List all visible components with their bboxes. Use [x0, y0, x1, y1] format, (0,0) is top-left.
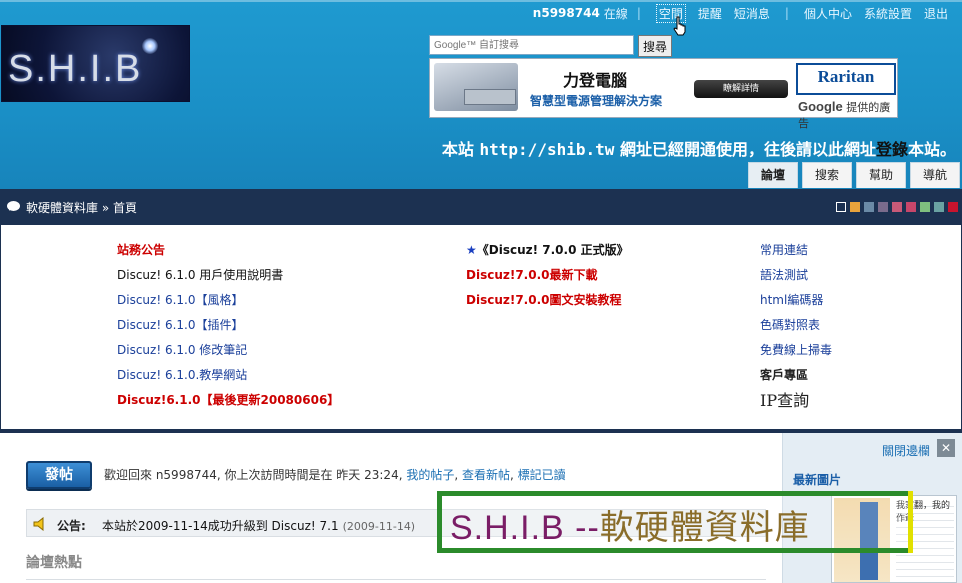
style-swatch[interactable]: [920, 202, 930, 212]
new-post-button[interactable]: 發帖: [26, 461, 92, 489]
watermark-latin: S.H.I.B --: [450, 509, 600, 547]
quick-link[interactable]: Discuz!6.1.0【最後更新20080606】: [117, 388, 339, 413]
ad-banner[interactable]: 力登電腦 智慧型電源管理解決方案 瞭解詳情 Raritan Google 提供的…: [429, 58, 898, 130]
links-column-3: 常用連結 語法測試 html編碼器 色碼對照表 免費線上掃毒 客戶專區 IP查詢: [760, 238, 832, 413]
system-settings-link[interactable]: 系統設置: [864, 5, 912, 22]
quick-link[interactable]: Discuz! 6.1.0 修改筆記: [117, 338, 339, 363]
ad-brand-logo: Raritan: [796, 63, 896, 95]
user-toolbar: n5998744 在線 | 空間 提醒 短消息 | 個人中心 系統設置 退出: [533, 3, 954, 23]
my-posts-link[interactable]: 我的帖子: [406, 468, 454, 482]
close-icon[interactable]: ✕: [937, 439, 955, 457]
separator: |: [784, 6, 789, 20]
style-swatch[interactable]: [850, 202, 860, 212]
site-notice: 本站 http://shib.tw 網址已經開通使用，往後請以此網址登錄本站。: [442, 136, 956, 160]
notice-login-link[interactable]: 登錄: [876, 140, 908, 159]
quick-link[interactable]: 常用連結: [760, 238, 832, 263]
tab-forum[interactable]: 論壇: [747, 162, 798, 188]
ad-google-label: Google 提供的廣告: [798, 99, 897, 131]
messages-link[interactable]: 短消息: [734, 5, 770, 22]
latest-images-title: 最新圖片: [793, 473, 842, 487]
announcement-text[interactable]: 本站於2009-11-14成功升級到 Discuz! 7.1 (2009-11-1…: [102, 517, 415, 534]
mark-read-link[interactable]: 標記已讀: [518, 468, 566, 482]
star-icon: ★: [466, 243, 477, 257]
notice-middle: 網址已經開通使用，往後請以此網址: [619, 140, 876, 159]
quick-link[interactable]: ★《Discuz! 7.0.0 正式版》: [466, 238, 629, 263]
search-input[interactable]: [429, 35, 634, 55]
personal-center-link[interactable]: 個人中心: [804, 5, 852, 22]
speech-bubble-icon: [7, 201, 20, 211]
tab-search[interactable]: 搜索: [801, 162, 852, 188]
quick-link[interactable]: Discuz!7.0.0圖文安裝教程: [466, 288, 629, 313]
hand-cursor-icon: [673, 16, 686, 36]
site-logo[interactable]: S.H.I.B: [1, 25, 190, 102]
welcome-message: 歡迎回來 n5998744, 你上次訪問時間是在 昨天 23:24, 我的帖子,…: [104, 468, 566, 482]
search-button[interactable]: 搜尋: [638, 35, 673, 57]
quick-link[interactable]: 語法測試: [760, 263, 832, 288]
watermark-text: S.H.I.B --軟硬體資料庫: [450, 500, 810, 549]
notice-prefix: 本站: [441, 140, 474, 159]
style-swatch[interactable]: [836, 202, 846, 212]
quick-link[interactable]: Discuz! 6.1.0【風格】: [117, 288, 339, 313]
links-column-2: ★《Discuz! 7.0.0 正式版》 Discuz!7.0.0最新下載 Disc…: [466, 238, 629, 313]
reminder-link[interactable]: 提醒: [698, 5, 722, 22]
tab-help[interactable]: 幫助: [855, 162, 906, 188]
breadcrumb[interactable]: 軟硬體資料庫 » 首頁: [26, 199, 137, 216]
quick-link[interactable]: Discuz! 6.1.0 用戶使用說明書: [117, 263, 339, 288]
announcement-label: 公告:: [57, 519, 86, 533]
style-swatch[interactable]: [948, 202, 958, 212]
welcome-text: 歡迎回來 n5998744, 你上次訪問時間是在 昨天 23:24,: [104, 468, 403, 482]
close-sidebar-link[interactable]: 關閉邊欄: [882, 442, 930, 459]
ad-subtitle: 智慧型電源管理解決方案: [530, 94, 663, 108]
megaphone-icon: [33, 517, 44, 531]
ad-title: 力登電腦: [563, 71, 628, 90]
google-search: 搜尋: [429, 35, 673, 57]
announcement-date: (2009-11-14): [342, 520, 416, 533]
quick-link[interactable]: 免費線上掃毒: [760, 338, 832, 363]
hot-topics-title: 論壇熱點: [26, 555, 82, 571]
online-status: 在線: [603, 6, 628, 21]
quick-link[interactable]: html編碼器: [760, 288, 832, 313]
main-tabs: 論壇 搜索 幫助 導航: [747, 162, 960, 188]
logo-sparkle: [142, 38, 158, 54]
notice-suffix: 本站。: [907, 140, 956, 159]
quick-link[interactable]: Discuz! 6.1.0.教學網站: [117, 363, 339, 388]
quick-link[interactable]: 站務公告: [117, 238, 339, 263]
username-link[interactable]: n5998744: [533, 6, 600, 20]
logout-link[interactable]: 退出: [924, 5, 948, 22]
google-brand: Google: [798, 99, 843, 114]
quick-link[interactable]: Discuz!7.0.0最新下載: [466, 263, 629, 288]
tab-navigation[interactable]: 導航: [909, 162, 960, 188]
style-swatch[interactable]: [864, 202, 874, 212]
links-panel: 站務公告 Discuz! 6.1.0 用戶使用說明書 Discuz! 6.1.0【風…: [0, 225, 962, 432]
quick-link[interactable]: Discuz! 6.1.0【插件】: [117, 313, 339, 338]
notice-url[interactable]: http://shib.tw: [480, 140, 615, 159]
style-swatches: [836, 202, 958, 212]
logo-text: S.H.I.B: [8, 48, 143, 90]
style-swatch[interactable]: [892, 202, 902, 212]
divider: [26, 579, 766, 580]
announcement-message: 本站於2009-11-14成功升級到 Discuz! 7.1: [102, 519, 339, 533]
quick-link[interactable]: IP查詢: [760, 388, 832, 413]
site-header: n5998744 在線 | 空間 提醒 短消息 | 個人中心 系統設置 退出 S…: [0, 0, 962, 189]
ad-product-image: [434, 63, 518, 111]
view-new-posts-link[interactable]: 查看新帖: [462, 468, 510, 482]
links-column-1: 站務公告 Discuz! 6.1.0 用戶使用說明書 Discuz! 6.1.0【風…: [117, 238, 339, 413]
style-swatch[interactable]: [934, 202, 944, 212]
style-swatch[interactable]: [878, 202, 888, 212]
ad-learn-more-button[interactable]: 瞭解詳情: [694, 80, 788, 98]
site-watermark: S.H.I.B --軟硬體資料庫: [437, 491, 913, 553]
separator: |: [636, 6, 641, 20]
quick-link[interactable]: 色碼對照表: [760, 313, 832, 338]
quick-link[interactable]: 客戶專區: [760, 363, 832, 388]
watermark-cjk: 軟硬體資料庫: [599, 508, 810, 548]
style-swatch[interactable]: [906, 202, 916, 212]
breadcrumb-bar: 軟硬體資料庫 » 首頁: [0, 189, 962, 225]
